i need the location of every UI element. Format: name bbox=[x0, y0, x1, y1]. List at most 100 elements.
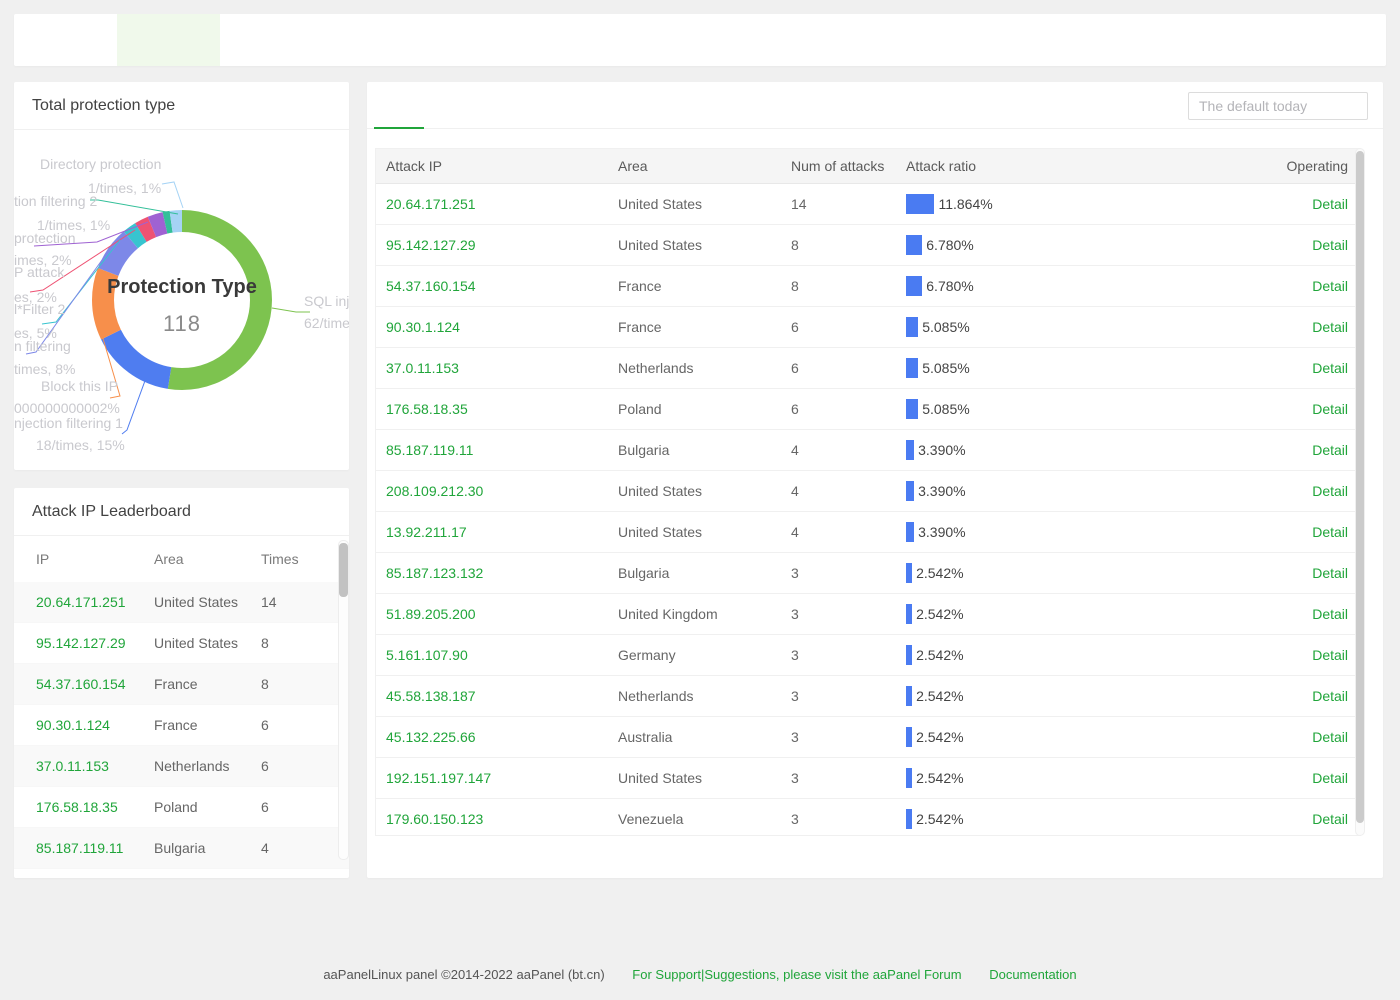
attack-ip-link[interactable]: 5.161.107.90 bbox=[386, 647, 618, 663]
attack-ip-link[interactable]: 85.187.123.132 bbox=[386, 565, 618, 581]
attack-ip-link[interactable]: 45.132.225.66 bbox=[386, 729, 618, 745]
report-subtab[interactable] bbox=[374, 82, 424, 128]
attack-ip-link[interactable]: 13.92.211.17 bbox=[386, 524, 618, 540]
attack-ratio-cell: 3.390% bbox=[906, 440, 1238, 460]
report-table-row: 95.142.127.29 United States 8 6.780% Det… bbox=[376, 225, 1360, 266]
attack-ip-link[interactable]: 45.58.138.187 bbox=[386, 688, 618, 704]
report-subtab[interactable] bbox=[474, 82, 524, 128]
ratio-value: 11.864% bbox=[938, 196, 992, 212]
detail-link[interactable]: Detail bbox=[1312, 360, 1348, 376]
copyright-text: aaPanelLinux panel ©2014-2022 aaPanel (b… bbox=[323, 967, 604, 982]
attack-ip-link[interactable]: 176.58.18.35 bbox=[386, 401, 618, 417]
attack-ip-link[interactable]: 54.37.160.154 bbox=[386, 278, 618, 294]
detail-link[interactable]: Detail bbox=[1312, 770, 1348, 786]
area-cell: France bbox=[618, 319, 791, 335]
leaderboard-scrollbar[interactable] bbox=[338, 540, 349, 860]
detail-link[interactable]: Detail bbox=[1312, 319, 1348, 335]
detail-link[interactable]: Detail bbox=[1312, 524, 1348, 540]
ratio-bar bbox=[906, 317, 918, 337]
times-cell: 4 bbox=[261, 840, 349, 856]
attack-ip-link[interactable]: 37.0.11.153 bbox=[36, 758, 154, 774]
ratio-value: 2.542% bbox=[916, 647, 963, 663]
attack-ip-link[interactable]: 179.60.150.123 bbox=[386, 811, 618, 827]
nav-tab[interactable] bbox=[220, 14, 323, 66]
attack-ip-leaderboard-card: Attack IP Leaderboard IP Area Times 20.6… bbox=[14, 488, 349, 878]
ratio-bar bbox=[906, 235, 922, 255]
ratio-bar bbox=[906, 522, 914, 542]
nav-tab[interactable] bbox=[14, 14, 117, 66]
ratio-bar bbox=[906, 399, 918, 419]
chart-annotation: protection bbox=[14, 231, 75, 245]
detail-link[interactable]: Detail bbox=[1312, 811, 1348, 827]
col-attack-ip: Attack IP bbox=[386, 158, 618, 174]
top-nav bbox=[14, 14, 1386, 66]
detail-link[interactable]: Detail bbox=[1312, 401, 1348, 417]
scrollbar-thumb[interactable] bbox=[339, 543, 348, 597]
nav-tab[interactable] bbox=[529, 14, 632, 66]
attack-ip-link[interactable]: 90.30.1.124 bbox=[36, 717, 154, 733]
ratio-value: 3.390% bbox=[918, 524, 965, 540]
date-filter-input[interactable] bbox=[1188, 92, 1368, 120]
area-cell: Netherlands bbox=[618, 688, 791, 704]
times-cell: 6 bbox=[261, 717, 349, 733]
attack-ip-link[interactable]: 51.89.205.200 bbox=[386, 606, 618, 622]
ratio-value: 2.542% bbox=[916, 565, 963, 581]
attack-ip-link[interactable]: 95.142.127.29 bbox=[36, 635, 154, 651]
documentation-link[interactable]: Documentation bbox=[989, 967, 1076, 982]
report-table-row: 85.187.119.11 Bulgaria 4 3.390% Detail bbox=[376, 430, 1360, 471]
attack-ip-link[interactable]: 37.0.11.153 bbox=[386, 360, 618, 376]
attack-ip-link[interactable]: 95.142.127.29 bbox=[386, 237, 618, 253]
report-table-rows: 20.64.171.251 United States 14 11.864% D… bbox=[376, 184, 1360, 836]
detail-link[interactable]: Detail bbox=[1312, 237, 1348, 253]
area-cell: Bulgaria bbox=[618, 442, 791, 458]
ratio-value: 3.390% bbox=[918, 483, 965, 499]
report-table-scrollbar[interactable] bbox=[1355, 148, 1365, 836]
report-table-header: Attack IP Area Num of attacks Attack rat… bbox=[376, 149, 1360, 184]
nav-tab[interactable] bbox=[323, 14, 426, 66]
protection-type-chart: Protection Type 118 Directory protection… bbox=[14, 130, 349, 470]
detail-link[interactable]: Detail bbox=[1312, 565, 1348, 581]
ratio-bar bbox=[906, 727, 912, 747]
attack-ip-link[interactable]: 20.64.171.251 bbox=[386, 196, 618, 212]
attack-ip-link[interactable]: 208.109.212.30 bbox=[386, 483, 618, 499]
area-cell: Poland bbox=[154, 799, 261, 815]
label-line bbox=[162, 182, 183, 208]
detail-link[interactable]: Detail bbox=[1312, 647, 1348, 663]
area-cell: United States bbox=[618, 196, 791, 212]
num-attacks-cell: 3 bbox=[791, 770, 906, 786]
nav-tab[interactable] bbox=[426, 14, 529, 66]
detail-link[interactable]: Detail bbox=[1312, 196, 1348, 212]
detail-link[interactable]: Detail bbox=[1312, 278, 1348, 294]
attack-ip-link[interactable]: 20.64.171.251 bbox=[36, 594, 154, 610]
report-table-row: 85.187.123.132 Bulgaria 3 2.542% Detail bbox=[376, 553, 1360, 594]
report-table-row: 208.109.212.30 United States 4 3.390% De… bbox=[376, 471, 1360, 512]
attack-ratio-cell: 5.085% bbox=[906, 358, 1238, 378]
attack-ip-link[interactable]: 90.30.1.124 bbox=[386, 319, 618, 335]
area-cell: United States bbox=[618, 237, 791, 253]
attack-ip-link[interactable]: 54.37.160.154 bbox=[36, 676, 154, 692]
area-cell: United States bbox=[618, 524, 791, 540]
report-subtab[interactable] bbox=[424, 82, 474, 128]
detail-link[interactable]: Detail bbox=[1312, 442, 1348, 458]
scrollbar-thumb[interactable] bbox=[1356, 151, 1364, 823]
attack-ip-link[interactable]: 176.58.18.35 bbox=[36, 799, 154, 815]
ratio-value: 3.390% bbox=[918, 442, 965, 458]
col-operating: Operating bbox=[1238, 158, 1348, 174]
attack-ip-link[interactable]: 85.187.119.11 bbox=[386, 442, 618, 458]
attack-ip-link[interactable]: 85.187.119.11 bbox=[36, 840, 154, 856]
detail-link[interactable]: Detail bbox=[1312, 483, 1348, 499]
nav-tab[interactable] bbox=[632, 14, 735, 66]
detail-link[interactable]: Detail bbox=[1312, 606, 1348, 622]
area-cell: Bulgaria bbox=[154, 840, 261, 856]
detail-link[interactable]: Detail bbox=[1312, 688, 1348, 704]
ratio-bar bbox=[906, 440, 914, 460]
num-attacks-cell: 14 bbox=[791, 196, 906, 212]
times-cell: 6 bbox=[261, 799, 349, 815]
attack-ip-link[interactable]: 192.151.197.147 bbox=[386, 770, 618, 786]
nav-tab[interactable] bbox=[117, 14, 220, 66]
leaderboard-row: 90.30.1.124 France 6 bbox=[14, 705, 349, 746]
detail-link[interactable]: Detail bbox=[1312, 729, 1348, 745]
col-attack-ratio: Attack ratio bbox=[906, 158, 1238, 174]
forum-link[interactable]: For Support|Suggestions, please visit th… bbox=[632, 967, 961, 982]
report-table-row: 13.92.211.17 United States 4 3.390% Deta… bbox=[376, 512, 1360, 553]
